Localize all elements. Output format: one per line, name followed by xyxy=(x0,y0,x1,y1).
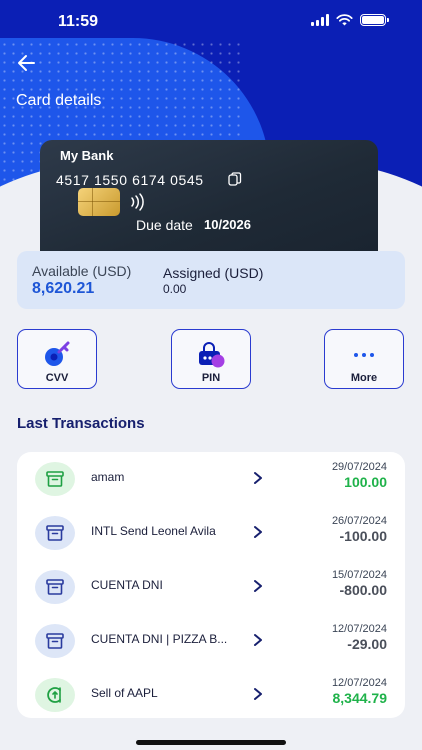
back-button[interactable] xyxy=(14,50,40,76)
assigned-value: 0.00 xyxy=(163,282,187,296)
more-dots-icon xyxy=(354,353,374,357)
available-value: 8,620.21 xyxy=(32,280,95,297)
transaction-amount: -800.00 xyxy=(339,582,387,598)
more-label: More xyxy=(350,372,378,384)
transaction-amount: -29.00 xyxy=(347,636,387,652)
transaction-name: Sell of AAPL xyxy=(91,686,158,700)
chevron-right-icon[interactable] xyxy=(251,686,265,702)
transaction-name: CUENTA DNI | PIZZA B... xyxy=(91,632,228,646)
pin-button[interactable]: PIN xyxy=(171,329,251,389)
transaction-date: 26/07/2024 xyxy=(331,515,387,527)
transaction-icon-bg xyxy=(35,570,75,604)
cvv-button[interactable]: CVV xyxy=(17,329,97,389)
transaction-amount: 100.00 xyxy=(344,474,387,490)
arrow-left-icon xyxy=(18,55,35,71)
chevron-right-icon[interactable] xyxy=(251,524,265,540)
list-item[interactable]: CUENTA DNI | PIZZA B... 12/07/2024 -29.0… xyxy=(17,614,405,668)
transaction-icon-bg xyxy=(35,516,75,550)
archive-box-icon xyxy=(46,471,64,487)
due-date-label: Due date xyxy=(136,217,193,233)
due-date-value: 10/2026 xyxy=(204,217,251,232)
balance-panel: Available (USD) 8,620.21 Assigned (USD) … xyxy=(17,251,405,309)
transaction-name: amam xyxy=(91,470,125,484)
dividend-icon xyxy=(47,687,61,703)
status-bar: 11:59 xyxy=(0,0,422,44)
transaction-date: 12/07/2024 xyxy=(331,623,387,635)
card-bank-name: My Bank xyxy=(60,148,114,163)
archive-box-icon xyxy=(46,525,64,541)
page-title: Card details xyxy=(16,92,102,109)
section-title-transactions: Last Transactions xyxy=(17,415,145,432)
available-label: Available (USD) xyxy=(32,263,132,279)
chevron-right-icon[interactable] xyxy=(251,578,265,594)
list-item[interactable]: amam 29/07/2024 100.00 xyxy=(17,452,405,506)
battery-icon xyxy=(360,14,389,26)
transaction-name: CUENTA DNI xyxy=(91,578,163,592)
card-number: 4517 1550 6174 0545 xyxy=(56,172,204,188)
archive-box-icon xyxy=(46,579,64,595)
more-button[interactable]: More xyxy=(324,329,404,389)
chevron-right-icon[interactable] xyxy=(251,632,265,648)
cellular-signal-icon xyxy=(311,14,329,26)
transaction-date: 12/07/2024 xyxy=(331,677,387,689)
list-item[interactable]: CUENTA DNI 15/07/2024 -800.00 xyxy=(17,560,405,614)
pin-label: PIN xyxy=(201,372,221,384)
transaction-date: 29/07/2024 xyxy=(331,461,387,473)
transaction-name: INTL Send Leonel Avila xyxy=(91,524,216,538)
transaction-date: 15/07/2024 xyxy=(331,569,387,581)
transactions-list: amam 29/07/2024 100.00 INTL Send Leonel … xyxy=(17,452,405,718)
list-item[interactable]: INTL Send Leonel Avila 26/07/2024 -100.0… xyxy=(17,506,405,560)
status-icons xyxy=(311,14,389,26)
assigned-label: Assigned (USD) xyxy=(163,265,264,281)
transaction-amount: -100.00 xyxy=(339,528,387,544)
home-indicator[interactable] xyxy=(136,740,286,745)
cvv-label: CVV xyxy=(45,372,69,384)
list-item[interactable]: Sell of AAPL 12/07/2024 8,344.79 xyxy=(17,668,405,722)
transaction-amount: 8,344.79 xyxy=(332,690,388,706)
transaction-icon-bg xyxy=(35,678,75,712)
pin-lock-icon xyxy=(199,342,225,368)
copy-icon[interactable] xyxy=(228,172,242,186)
chevron-right-icon[interactable] xyxy=(251,470,265,486)
bank-card: My Bank 4517 1550 6174 0545 Due date 10/… xyxy=(40,140,378,252)
status-time: 11:59 xyxy=(58,13,99,30)
archive-box-icon xyxy=(46,633,64,649)
transaction-icon-bg xyxy=(35,462,75,496)
card-chip-icon xyxy=(78,188,120,216)
contactless-icon xyxy=(131,193,144,211)
transaction-icon-bg xyxy=(35,624,75,658)
wifi-icon xyxy=(336,14,353,26)
key-icon xyxy=(45,341,70,366)
